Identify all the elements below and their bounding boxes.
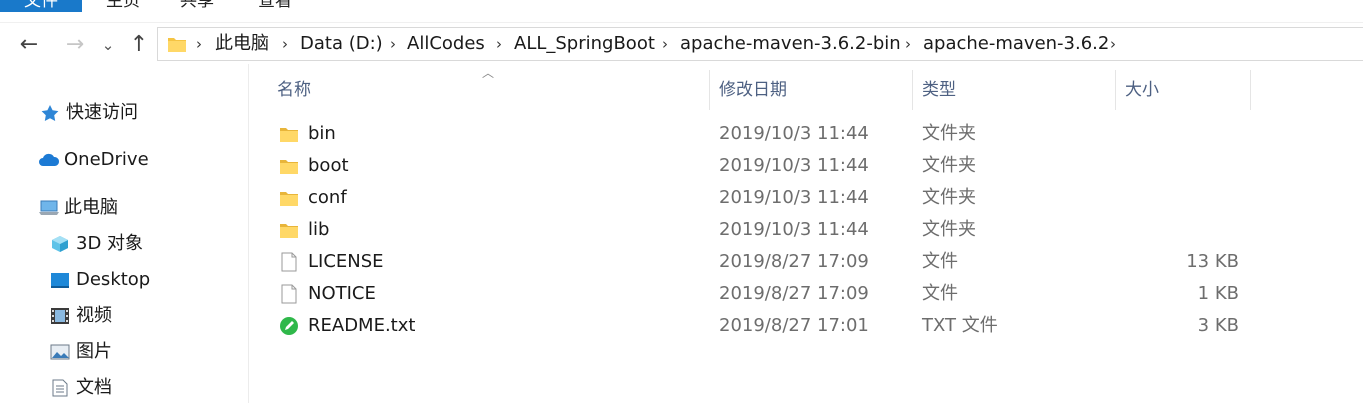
- column-header-name[interactable]: 名称: [277, 70, 311, 110]
- file-type: TXT 文件: [922, 315, 998, 336]
- column-divider[interactable]: [912, 70, 913, 110]
- back-button[interactable]: ←: [14, 26, 44, 64]
- folder-icon: [280, 160, 298, 174]
- file-size: 13 KB: [1186, 251, 1239, 272]
- file-modified: 2019/10/3 11:44: [719, 123, 869, 144]
- navigation-pane: 快速访问 OneDrive 此电脑 3D 对象 Desktop 视频 图片 文档: [0, 64, 248, 403]
- file-name: LICENSE: [308, 251, 384, 272]
- list-item[interactable]: lib 2019/10/3 11:44 文件夹: [249, 214, 1249, 246]
- breadcrumb-separator[interactable]: ›: [662, 28, 668, 60]
- document-icon: [52, 379, 68, 397]
- sidebar-item-label: 文档: [76, 377, 112, 398]
- sidebar-item-label: 快速访问: [66, 102, 138, 123]
- file-modified: 2019/8/27 17:09: [719, 251, 869, 272]
- video-icon: [51, 308, 69, 324]
- list-item[interactable]: conf 2019/10/3 11:44 文件夹: [249, 182, 1249, 214]
- file-name: boot: [308, 155, 349, 176]
- breadcrumb-all-springboot[interactable]: ALL_SpringBoot: [514, 28, 655, 60]
- picture-icon: [50, 344, 70, 360]
- file-type: 文件夹: [922, 187, 976, 208]
- file-type: 文件夹: [922, 155, 976, 176]
- file-name: bin: [308, 123, 336, 144]
- folder-icon: [280, 128, 298, 142]
- cube-icon: [52, 236, 68, 252]
- sidebar-item-label: Desktop: [76, 269, 151, 290]
- breadcrumb-separator[interactable]: ›: [390, 28, 396, 60]
- breadcrumb-this-pc[interactable]: 此电脑: [215, 28, 269, 60]
- desktop-icon: [51, 273, 69, 288]
- star-icon: [41, 105, 59, 121]
- sidebar-item-label: 3D 对象: [76, 233, 144, 254]
- file-name: NOTICE: [308, 283, 376, 304]
- list-item[interactable]: LICENSE 2019/8/27 17:09 文件 13 KB: [249, 246, 1249, 278]
- cloud-icon: [39, 153, 60, 166]
- file-type: 文件: [922, 283, 958, 304]
- breadcrumb-separator[interactable]: ›: [196, 28, 202, 60]
- folder-icon: [280, 224, 298, 238]
- breadcrumb-maven[interactable]: apache-maven-3.6.2: [923, 28, 1109, 60]
- tab-file[interactable]: 文件: [0, 0, 82, 12]
- file-name: README.txt: [308, 315, 416, 336]
- file-type: 文件夹: [922, 123, 976, 144]
- file-size: 1 KB: [1197, 283, 1239, 304]
- forward-button[interactable]: →: [60, 26, 90, 64]
- folder-icon: [168, 38, 186, 52]
- file-name: conf: [308, 187, 347, 208]
- computer-icon: [39, 200, 59, 215]
- column-headers: ︿ 名称 修改日期 类型 大小: [249, 66, 1363, 110]
- column-header-type[interactable]: 类型: [922, 70, 956, 110]
- breadcrumb-separator[interactable]: ›: [282, 28, 288, 60]
- list-item[interactable]: README.txt 2019/8/27 17:01 TXT 文件 3 KB: [249, 310, 1249, 342]
- breadcrumb-separator[interactable]: ›: [496, 28, 502, 60]
- ribbon: 文件 主页 共享 查看: [0, 0, 1363, 23]
- list-item[interactable]: boot 2019/10/3 11:44 文件夹: [249, 150, 1249, 182]
- breadcrumb-separator[interactable]: ›: [905, 28, 911, 60]
- recent-locations-button[interactable]: ⌄: [98, 26, 118, 64]
- breadcrumb-data-drive[interactable]: Data (D:): [300, 28, 383, 60]
- column-divider[interactable]: [1250, 70, 1251, 110]
- sort-ascending-icon: ︿: [482, 66, 495, 80]
- file-modified: 2019/8/27 17:01: [719, 315, 869, 336]
- column-divider[interactable]: [709, 70, 710, 110]
- sidebar-item-label: OneDrive: [64, 149, 149, 170]
- column-header-size[interactable]: 大小: [1125, 70, 1159, 110]
- file-modified: 2019/8/27 17:09: [719, 283, 869, 304]
- folder-icon: [280, 192, 298, 206]
- sidebar-item-label: 此电脑: [64, 197, 118, 218]
- file-size: 3 KB: [1197, 315, 1239, 336]
- file-icon: [281, 252, 297, 272]
- file-icon: [281, 284, 297, 304]
- list-item[interactable]: NOTICE 2019/8/27 17:09 文件 1 KB: [249, 278, 1249, 310]
- file-modified: 2019/10/3 11:44: [719, 187, 869, 208]
- breadcrumb-separator[interactable]: ›: [1110, 28, 1116, 60]
- file-modified: 2019/10/3 11:44: [719, 155, 869, 176]
- navigation-bar: ← → ⌄ ↑ › 此电脑 › Data (D:) › AllCodes › A…: [0, 26, 1363, 64]
- list-item[interactable]: bin 2019/10/3 11:44 文件夹: [249, 118, 1249, 150]
- address-bar[interactable]: › 此电脑 › Data (D:) › AllCodes › ALL_Sprin…: [157, 27, 1363, 61]
- ribbon-divider: [0, 22, 1363, 23]
- sidebar-item-label: 图片: [76, 341, 112, 362]
- tab-home[interactable]: 主页: [106, 0, 140, 12]
- column-header-modified[interactable]: 修改日期: [719, 70, 787, 110]
- file-modified: 2019/10/3 11:44: [719, 219, 869, 240]
- file-type: 文件: [922, 251, 958, 272]
- column-divider[interactable]: [1115, 70, 1116, 110]
- breadcrumb-maven-bin[interactable]: apache-maven-3.6.2-bin: [680, 28, 901, 60]
- up-button[interactable]: ↑: [125, 26, 153, 64]
- file-type: 文件夹: [922, 219, 976, 240]
- breadcrumb-allcodes[interactable]: AllCodes: [407, 28, 485, 60]
- sidebar-item-label: 视频: [76, 305, 112, 326]
- text-file-icon: [280, 317, 298, 335]
- tab-view[interactable]: 查看: [258, 0, 292, 12]
- file-name: lib: [308, 219, 330, 240]
- tab-share[interactable]: 共享: [180, 0, 214, 12]
